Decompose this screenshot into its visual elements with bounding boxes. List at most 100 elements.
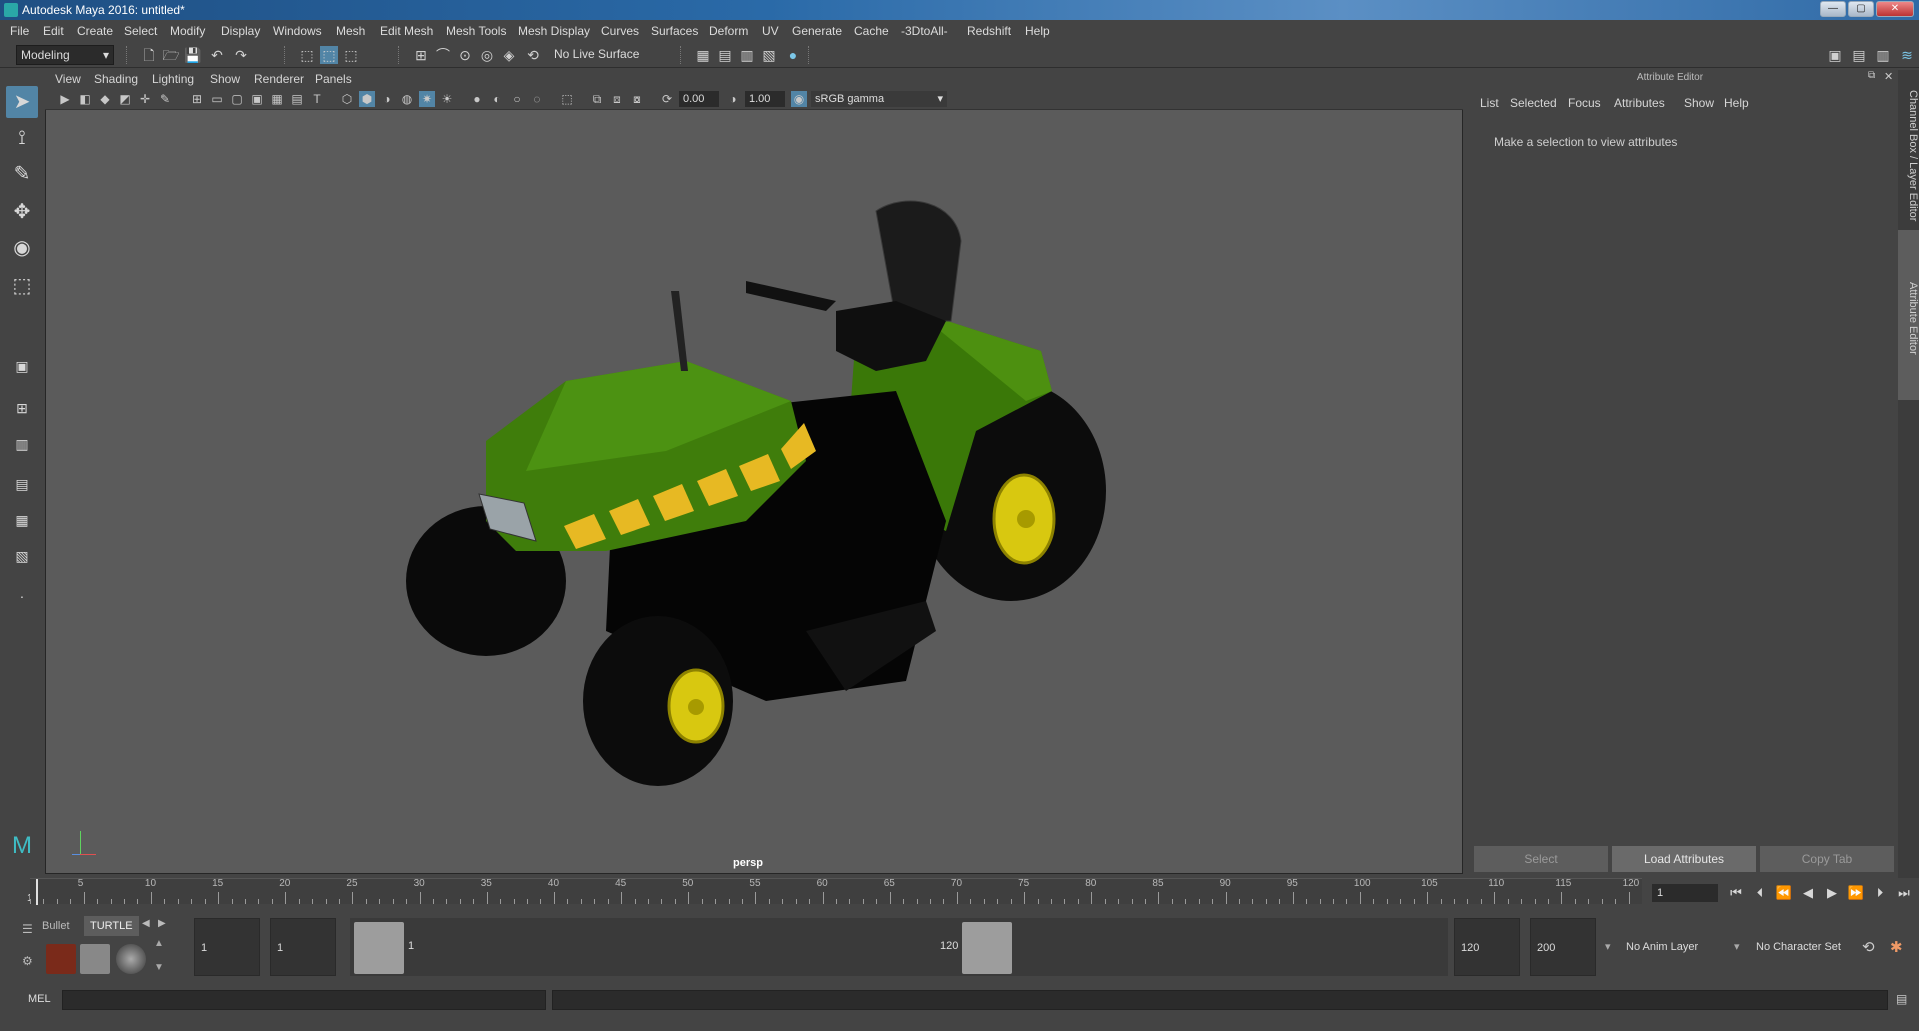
attribute-editor-toggle-icon[interactable]: ▥ <box>1874 46 1892 64</box>
bookmark-icon[interactable]: ◆ <box>97 91 113 107</box>
character-set-dropdown[interactable]: No Character Set <box>1750 918 1856 976</box>
go-to-start-icon[interactable]: ⏮ <box>1726 884 1746 902</box>
animation-preferences-icon[interactable]: ✱ <box>1890 938 1903 956</box>
shelf-scroll-down-icon[interactable]: ▼ <box>154 962 164 973</box>
minimize-button[interactable]: — <box>1820 1 1846 17</box>
menu-cache[interactable]: Cache <box>854 24 889 38</box>
save-scene-icon[interactable]: 💾 <box>184 46 202 64</box>
viewport-menu-show[interactable]: Show <box>210 72 240 86</box>
shelf-tab-turtle[interactable]: TURTLE <box>84 916 139 936</box>
custom-layout-icon[interactable]: · <box>6 580 38 612</box>
viewport-menu-view[interactable]: View <box>55 72 81 86</box>
turtle-render-icon[interactable] <box>46 944 76 974</box>
shelf-scroll-left-icon[interactable]: ◀ <box>142 918 150 929</box>
menu-windows[interactable]: Windows <box>273 24 322 38</box>
turtle-shader-icon[interactable] <box>116 944 146 974</box>
channel-box-tab[interactable]: Channel Box / Layer Editor <box>1898 78 1919 228</box>
current-frame-field[interactable]: 1 <box>1652 884 1718 902</box>
viewport-menu-lighting[interactable]: Lighting <box>152 72 194 86</box>
snap-curve-icon[interactable]: ⌒ <box>434 46 452 64</box>
channel-box-toggle-icon[interactable]: ≋ <box>1898 46 1916 64</box>
depth-of-field-icon[interactable]: ◌ <box>529 91 545 107</box>
image-plane-icon[interactable]: ◩ <box>117 91 133 107</box>
ae-menu-help[interactable]: Help <box>1724 96 1749 110</box>
anti-aliasing-icon[interactable]: ○ <box>509 91 525 107</box>
close-button[interactable]: ✕ <box>1876 1 1914 17</box>
exposure-icon[interactable]: ⟳ <box>659 91 675 107</box>
undo-icon[interactable]: ↶ <box>208 46 226 64</box>
menu-create[interactable]: Create <box>77 24 113 38</box>
menu-surfaces[interactable]: Surfaces <box>651 24 698 38</box>
playback-start-field[interactable]: 1 <box>270 918 336 976</box>
auto-key-icon[interactable]: ⟲ <box>1862 938 1875 956</box>
single-view-layout-icon[interactable]: ▣ <box>6 350 38 382</box>
close-panel-icon[interactable]: ✕ <box>1884 70 1893 83</box>
ae-menu-focus[interactable]: Focus <box>1568 96 1601 110</box>
menu-redshift[interactable]: Redshift <box>967 24 1011 38</box>
attribute-editor-tab[interactable]: Attribute Editor <box>1898 230 1919 400</box>
script-editor-icon[interactable]: ▤ <box>1896 992 1907 1006</box>
menu-help[interactable]: Help <box>1025 24 1050 38</box>
anim-layer-dropdown[interactable]: No Anim Layer <box>1620 918 1724 976</box>
chevron-down-icon[interactable]: ▾ <box>1605 940 1611 953</box>
xray-joints-icon[interactable]: ⧈ <box>609 91 625 107</box>
paint-select-icon[interactable]: ✎ <box>6 158 38 190</box>
float-panel-icon[interactable]: ⧉ <box>1868 70 1875 81</box>
animation-end-field[interactable]: 200 <box>1530 918 1596 976</box>
field-chart-icon[interactable]: ▦ <box>269 91 285 107</box>
snap-grid-icon[interactable]: ⊞ <box>412 46 430 64</box>
camera-attributes-icon[interactable]: ◧ <box>77 91 93 107</box>
exposure-field[interactable]: 0.00 <box>679 91 719 107</box>
persp-outliner-layout-icon[interactable]: ▥ <box>6 428 38 460</box>
maximize-button[interactable]: ▢ <box>1848 1 1874 17</box>
ae-select-button[interactable]: Select <box>1474 846 1608 872</box>
perspective-viewport[interactable] <box>45 70 1463 874</box>
ae-load-attributes-button[interactable]: Load Attributes <box>1612 846 1756 872</box>
shadows-icon[interactable]: ☀ <box>439 91 455 107</box>
menu-edit[interactable]: Edit <box>43 24 64 38</box>
menu-mesh[interactable]: Mesh <box>336 24 365 38</box>
ae-menu-list[interactable]: List <box>1480 96 1499 110</box>
isolate-select-icon[interactable]: ⬚ <box>559 91 575 107</box>
gamma-field[interactable]: 1.00 <box>745 91 785 107</box>
lasso-tool-icon[interactable]: ⟟ <box>6 122 38 154</box>
safe-title-icon[interactable]: T <box>309 91 325 107</box>
tractor-model[interactable] <box>46 71 1464 875</box>
step-back-key-icon[interactable]: ⏪ <box>1774 884 1794 902</box>
render-current-icon[interactable]: ▥ <box>738 46 756 64</box>
smooth-shade-icon[interactable]: ⬢ <box>359 91 375 107</box>
menu-display[interactable]: Display <box>221 24 260 38</box>
menu-select[interactable]: Select <box>124 24 157 38</box>
2d-pan-zoom-icon[interactable]: ✛ <box>137 91 153 107</box>
play-forwards-icon[interactable]: ▶ <box>1822 884 1842 902</box>
redo-icon[interactable]: ↷ <box>232 46 250 64</box>
make-live-icon[interactable]: ⟲ <box>524 46 542 64</box>
snap-view-plane-icon[interactable]: ◎ <box>478 46 496 64</box>
render-view-icon[interactable]: ▤ <box>716 46 734 64</box>
shelf-scroll-right-icon[interactable]: ▶ <box>158 918 166 929</box>
xray-icon[interactable]: ⧉ <box>589 91 605 107</box>
range-end-handle[interactable] <box>962 922 1012 974</box>
rotate-tool-icon[interactable]: ◉ <box>6 232 38 264</box>
hypershade-layout-icon[interactable]: ▦ <box>6 504 38 536</box>
use-all-lights-icon[interactable]: ✷ <box>419 91 435 107</box>
gamma-icon[interactable]: ◑ <box>725 91 741 107</box>
graph-editor-layout-icon[interactable]: ▧ <box>6 540 38 572</box>
menu-set-dropdown[interactable]: Modeling ▾ <box>16 45 114 65</box>
ae-copy-tab-button[interactable]: Copy Tab <box>1760 846 1894 872</box>
menu-mesh-tools[interactable]: Mesh Tools <box>446 24 506 38</box>
wireframe-icon[interactable]: ⬡ <box>339 91 355 107</box>
hypershade-icon[interactable]: ● <box>784 46 802 64</box>
persp-graph-layout-icon[interactable]: ▤ <box>6 468 38 500</box>
shelf-tab-bullet[interactable]: Bullet <box>36 916 76 936</box>
film-gate-icon[interactable]: ▭ <box>209 91 225 107</box>
xray-components-icon[interactable]: ⧇ <box>629 91 645 107</box>
move-tool-icon[interactable]: ✥ <box>6 196 38 228</box>
menu-edit-mesh[interactable]: Edit Mesh <box>380 24 433 38</box>
select-by-object-icon[interactable]: ⬚ <box>320 46 338 64</box>
motion-blur-icon[interactable]: ◐ <box>489 91 505 107</box>
step-forward-frame-icon[interactable]: ⏵ <box>1870 884 1890 902</box>
select-tool-icon[interactable]: ➤ <box>6 86 38 118</box>
shelf-scroll-up-icon[interactable]: ▲ <box>154 938 164 949</box>
open-scene-icon[interactable]: 🗁 <box>162 46 180 64</box>
